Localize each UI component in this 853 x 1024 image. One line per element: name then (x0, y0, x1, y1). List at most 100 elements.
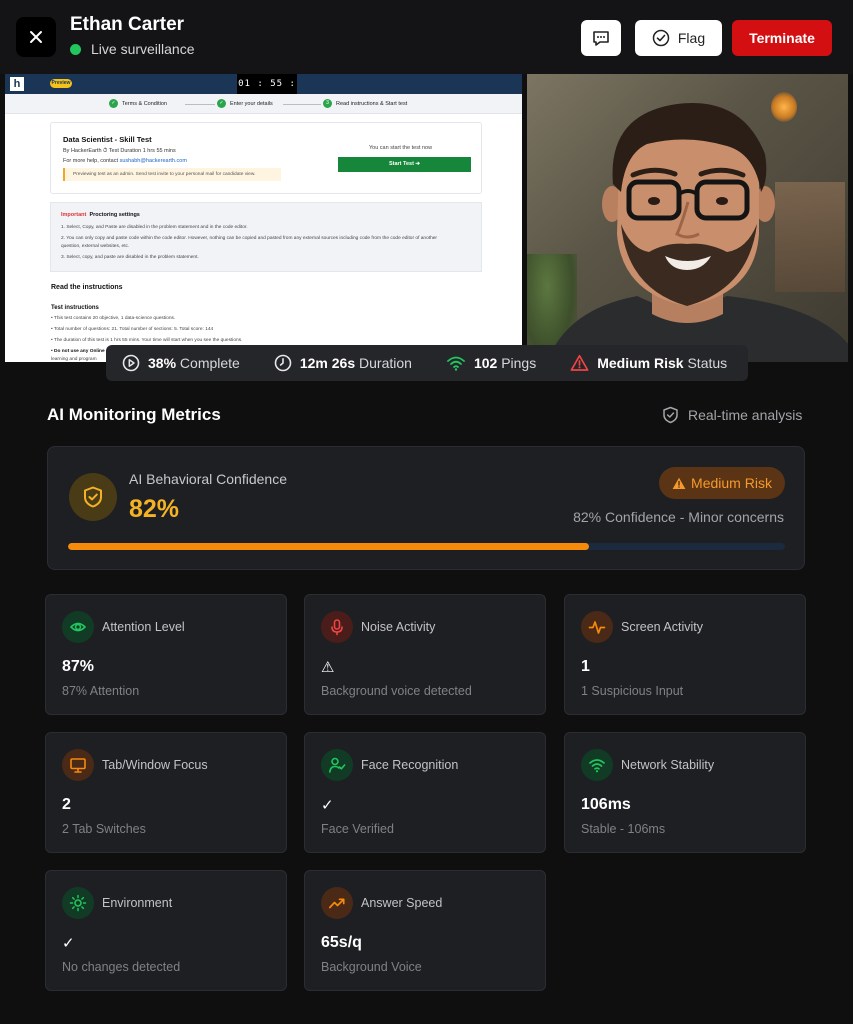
can-start-text: You can start the test now (369, 145, 433, 151)
live-label: Live surveillance (91, 41, 195, 57)
instruction-line: • This test contains 20 objective, 1 dat… (51, 316, 176, 321)
metric-card: Tab/Window Focus 2 2 Tab Switches (45, 732, 287, 853)
confidence-icon-wrap (69, 473, 117, 521)
progress-status: 38% Complete (122, 354, 240, 372)
shield-check-icon (84, 486, 102, 508)
metric-label-environment: Environment (102, 896, 173, 910)
wifi-icon (447, 356, 465, 371)
metric-icon-wrap (62, 611, 94, 643)
ai-monitoring-title: AI Monitoring Metrics (47, 405, 221, 424)
metric-card: Environment ✓ No changes detected (45, 870, 287, 991)
metric-sub-face-recognition: Face Verified (321, 822, 394, 836)
confidence-progress-fill (68, 543, 589, 550)
metric-label-network-stability: Network Stability (621, 758, 715, 772)
metric-value-screen-activity: 1 (581, 658, 590, 675)
candidate-camera-feed (527, 74, 848, 362)
confidence-card: AI Behavioral Confidence 82% Medium Risk… (47, 446, 805, 570)
user-check-icon (329, 757, 346, 773)
eye-icon (69, 622, 87, 632)
header: Ethan Carter Live surveillance Flag Term… (0, 0, 853, 74)
metric-label-tab-window-focus: Tab/Window Focus (102, 758, 208, 772)
metric-card: Network Stability 106ms Stable - 106ms (564, 732, 806, 853)
metric-icon-wrap (581, 749, 613, 781)
proctoring-line: 2. You can only copy and paste code with… (61, 236, 437, 241)
metric-card: Noise Activity ⚠ Background voice detected (304, 594, 546, 715)
help-text: For more help, contact sushabh@hackerear… (63, 158, 187, 164)
close-button[interactable] (16, 17, 56, 57)
confidence-note: 82% Confidence - Minor concerns (573, 509, 784, 525)
metric-value-attention-level: 87% (62, 658, 95, 675)
clock-icon (274, 354, 292, 372)
close-icon (30, 31, 42, 43)
screen-timer: 01 : 55 : 00 (237, 74, 297, 109)
session-status-bar: 38% Complete 12m 26s Duration 102 Pings … (106, 345, 748, 381)
metric-label-answer-speed: Answer Speed (361, 896, 443, 910)
metric-icon-wrap (581, 611, 613, 643)
confidence-label: AI Behavioral Confidence (129, 471, 287, 487)
shield-check-icon (663, 406, 678, 424)
candidate-name: Ethan Carter (70, 14, 185, 35)
check-circle-icon (652, 29, 670, 47)
instruction-line: • Total number of questions: 21. Total n… (51, 327, 214, 332)
flag-label: Flag (677, 30, 706, 46)
step-terms: ✓ Terms & Condition (109, 99, 167, 108)
metric-value-environment: ✓ (62, 935, 75, 952)
metric-sub-environment: No changes detected (62, 960, 181, 974)
confidence-progress-track (68, 543, 785, 550)
metric-icon-wrap (321, 749, 353, 781)
microphone-icon (331, 619, 343, 636)
flag-button[interactable]: Flag (635, 20, 722, 56)
realtime-analysis: Real-time analysis (662, 406, 802, 424)
monitor-icon (70, 758, 86, 773)
step-details: ✓ Enter your details (217, 99, 273, 108)
metric-label-noise-activity: Noise Activity (361, 620, 436, 634)
live-dot-icon (70, 43, 81, 55)
instruction-line: • The duration of this test is 1 hrs 55 … (51, 338, 243, 343)
warning-triangle-icon (570, 354, 589, 371)
metric-value-network-stability: 106ms (581, 796, 631, 813)
terminate-button[interactable]: Terminate (732, 20, 832, 56)
metric-label-screen-activity: Screen Activity (621, 620, 703, 634)
metric-value-answer-speed: 65s/q (321, 934, 362, 951)
risk-status: Medium Risk Status (570, 354, 727, 372)
pings-status: 102 Pings (446, 354, 536, 372)
test-by-line: By HackerEarth ⏱ Test Duration 1 hrs 55 … (63, 148, 176, 154)
metric-sub-noise-activity: Background voice detected (321, 684, 472, 698)
duration-status: 12m 26s Duration (274, 354, 412, 372)
test-instructions-title: Test instructions (51, 305, 99, 311)
proctoring-heading: Important Proctoring settings (61, 212, 140, 218)
metric-icon-wrap (62, 749, 94, 781)
screen-steps: ✓ Terms & Condition ✓ Enter your details 3… (5, 94, 522, 114)
preview-note: Previewing test as an admin. Send test i… (63, 168, 281, 181)
metric-sub-network-stability: Stable - 106ms (581, 822, 666, 836)
metric-icon-wrap (62, 887, 94, 919)
metric-icon-wrap (321, 887, 353, 919)
proctoring-line: question, external websites, etc. (61, 244, 130, 249)
warning-triangle-icon (672, 477, 686, 489)
test-info-card: Data Scientist - Skill Test By HackerEar… (50, 122, 482, 194)
metric-value-tab-window-focus: 2 (62, 796, 71, 813)
metric-label-face-recognition: Face Recognition (361, 758, 459, 772)
test-title: Data Scientist - Skill Test (63, 135, 152, 144)
metric-sub-screen-activity: 1 Suspicious Input (581, 684, 684, 698)
metric-card: Attention Level 87% 87% Attention (45, 594, 287, 715)
metric-value-noise-activity: ⚠ (321, 659, 335, 676)
chat-button[interactable] (581, 20, 621, 56)
wifi-icon (589, 759, 605, 773)
proctoring-line: 1. Select, Copy, and Paste are disabled … (61, 225, 248, 230)
trending-up-icon (328, 898, 345, 909)
screen-share-view: h Preview 01 : 55 : 00 ✓Terms & Conditio… (5, 74, 522, 362)
metric-sub-tab-window-focus: 2 Tab Switches (62, 822, 146, 836)
metric-sub-answer-speed: Background Voice (321, 960, 422, 974)
candidate-portrait (547, 103, 848, 362)
start-test-button: Start Test ➔ (338, 157, 471, 172)
risk-badge: Medium Risk (659, 467, 785, 499)
metric-icon-wrap (321, 611, 353, 643)
metric-label-attention-level: Attention Level (102, 620, 185, 634)
hackerearth-logo: h (10, 77, 24, 91)
read-instructions-title: Read the instructions (51, 284, 123, 291)
screen-topbar: h Preview 01 : 55 : 00 (5, 74, 522, 109)
preview-badge: Preview (50, 79, 72, 88)
step-instructions: 3 Read instructions & Start test (323, 99, 407, 108)
proctoring-card: Important Proctoring settings 1. Select,… (50, 202, 482, 272)
